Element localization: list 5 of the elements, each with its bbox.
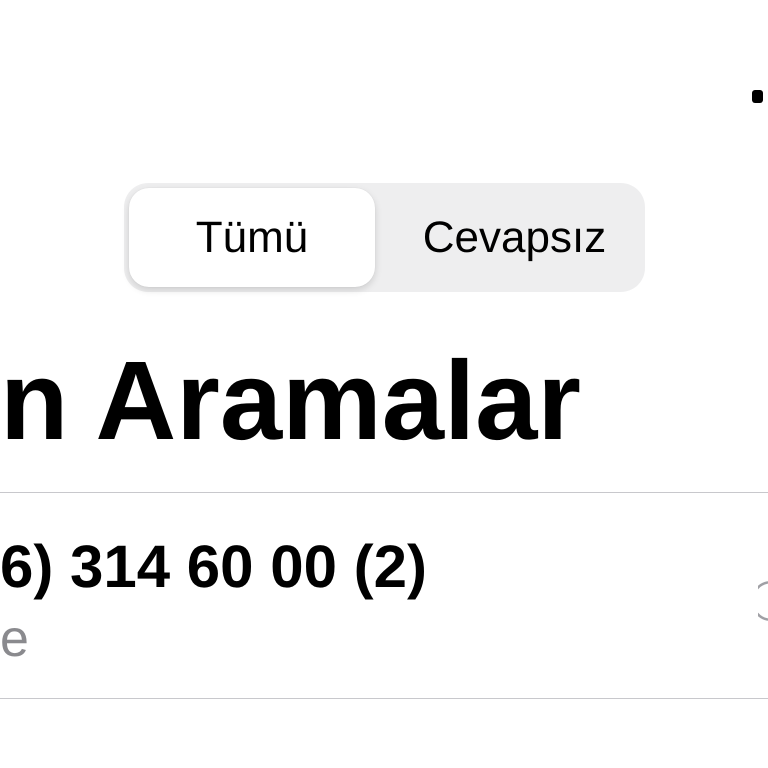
call-detail: e	[0, 613, 29, 665]
segment-tab[interactable]: Tümü	[129, 188, 375, 287]
caller-number: 6) 314 60 00 (2)	[0, 537, 427, 597]
segment-tab[interactable]: Cevapsız	[375, 188, 640, 287]
page-title: n Aramalar	[0, 345, 581, 457]
